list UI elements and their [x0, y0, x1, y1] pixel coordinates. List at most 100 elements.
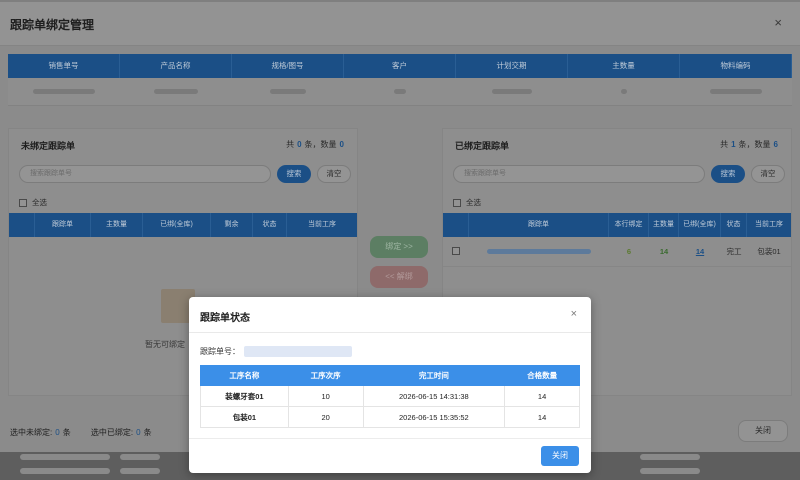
column-header: 计划交期 — [456, 54, 568, 78]
selected-bound-unit: 条 — [143, 428, 152, 437]
column-header: 物料编码 — [680, 54, 792, 78]
table-row[interactable]: 6 14 14 完工 包装01 — [443, 237, 791, 267]
column-header: 已绑(全库) — [143, 213, 211, 237]
table-row: 包装01 20 2026-06-15 15:35:52 14 — [200, 406, 580, 428]
checkbox[interactable] — [19, 198, 27, 207]
clear-button[interactable]: 清空 — [317, 165, 351, 183]
process-status-table: 工序名称 工序次序 完工时间 合格数量 装螺牙套01 10 2026-06-15… — [200, 365, 580, 428]
bound-all-link[interactable]: 14 — [679, 247, 721, 256]
tracking-no-cell[interactable] — [469, 247, 609, 256]
column-header: 当前工序 — [308, 221, 336, 228]
blurred-row-text — [120, 468, 160, 474]
search-input[interactable]: 搜索跟踪单号 — [19, 165, 271, 183]
checkbox[interactable] — [452, 246, 460, 255]
checkbox-column — [443, 213, 469, 237]
unbound-grid: 跟踪单 主数量 已绑(全库) 剩余 状态 当前工序 — [9, 213, 357, 237]
grid-header: 跟踪单 主数量 已绑(全库) 剩余 状态 当前工序 — [9, 213, 357, 237]
count-qty: 6 — [773, 140, 778, 149]
panel-count: 共 0 条，数量 0 — [286, 139, 347, 150]
checkbox[interactable] — [453, 198, 461, 207]
count-mid: 条，数量 — [304, 140, 337, 149]
blurred-row-text — [640, 468, 700, 474]
select-all-label: 全选 — [32, 198, 47, 207]
blurred-row-text — [640, 454, 700, 460]
order-info-table: 销售单号 产品名称 规格/图号 客户 计划交期 主数量 物料编码 — [8, 54, 792, 108]
column-header: 销售单号 — [8, 54, 120, 78]
tracking-number-field: 跟踪单号： — [200, 346, 352, 357]
column-header: 工序次序 — [287, 365, 364, 386]
search-input[interactable]: 搜索跟踪单号 — [453, 165, 705, 183]
blurred-cell — [456, 78, 568, 105]
order-info-header: 销售单号 产品名称 规格/图号 客户 计划交期 主数量 物料编码 — [8, 54, 792, 78]
blurred-cell — [120, 78, 232, 105]
qualified-qty-cell: 14 — [504, 406, 580, 428]
modal-title: 跟踪单状态 — [200, 313, 250, 324]
search-button[interactable]: 搜索 — [277, 165, 311, 183]
column-header: 产品名称 — [120, 54, 232, 78]
column-header: 客户 — [344, 54, 456, 78]
blurred-cell — [344, 78, 456, 105]
column-header: 已绑(全库) — [679, 213, 721, 237]
column-header: 当前工序 — [755, 221, 783, 228]
count-qty: 0 — [339, 140, 344, 149]
column-header: 剩余 — [211, 213, 253, 237]
empty-text: 暂无可绑定 — [145, 340, 185, 349]
modal-header: 跟踪单状态 × — [189, 297, 591, 333]
column-header: 状态 — [721, 213, 747, 237]
count-total: 0 — [297, 140, 302, 149]
process-name-cell: 装螺牙套01 — [200, 385, 289, 407]
modal-close-button[interactable]: 关闭 — [541, 446, 579, 466]
qualified-qty-cell: 14 — [504, 385, 580, 407]
column-header: 规格/图号 — [232, 54, 344, 78]
search-button[interactable]: 搜索 — [711, 165, 745, 183]
row-checkbox-cell[interactable] — [443, 246, 469, 257]
count-mid: 条，数量 — [738, 140, 771, 149]
clear-button[interactable]: 清空 — [751, 165, 785, 183]
column-header: 合格数量 — [504, 365, 580, 386]
column-header: 主数量 — [91, 213, 143, 237]
selection-summary: 选中未绑定: 0 条 选中已绑定: 0 条 — [10, 427, 152, 438]
finish-time-cell: 2026-06-15 14:31:38 — [362, 385, 506, 407]
panel-count: 共 1 条，数量 6 — [720, 139, 781, 150]
dialog-title: 跟踪单绑定管理 — [10, 18, 95, 32]
blurred-cell — [232, 78, 344, 105]
select-all[interactable]: 全选 — [19, 197, 47, 208]
close-button[interactable]: 关闭 — [738, 420, 788, 442]
bind-button[interactable]: 绑定 >> — [370, 236, 428, 258]
selected-bound-label: 选中已绑定: — [90, 428, 134, 437]
column-header: 完工时间 — [362, 365, 506, 386]
blurred-cell — [568, 78, 680, 105]
process-seq-cell: 20 — [287, 406, 364, 428]
process-name-cell: 包装01 — [200, 406, 289, 428]
table-row: 装螺牙套01 10 2026-06-15 14:31:38 14 — [200, 385, 580, 407]
process-cell: 包装01 — [757, 247, 781, 256]
column-header: 主数量 — [568, 54, 680, 78]
checkbox-column — [9, 213, 35, 237]
column-header: 工序名称 — [200, 365, 289, 386]
close-icon[interactable]: × — [571, 308, 577, 320]
unbind-button[interactable]: << 解绑 — [370, 266, 428, 288]
finish-time-cell: 2026-06-15 15:35:52 — [362, 406, 506, 428]
selected-bound-count: 0 — [136, 428, 141, 437]
blurred-row-text — [120, 454, 160, 460]
modal-divider — [189, 438, 591, 439]
selected-unbound-label: 选中未绑定: — [10, 428, 53, 437]
selected-unbound-unit: 条 — [62, 428, 71, 437]
column-header: 跟踪单 — [35, 213, 91, 237]
select-all[interactable]: 全选 — [453, 197, 481, 208]
panel-title: 未绑定跟踪单 — [21, 141, 76, 151]
column-header: 跟踪单 — [469, 213, 609, 237]
grid-header: 跟踪单 本行绑定 主数量 已绑(全库) 状态 当前工序 — [443, 213, 791, 237]
close-icon[interactable]: × — [774, 15, 782, 30]
select-all-label: 全选 — [466, 198, 481, 207]
blurred-row-text — [20, 454, 110, 460]
status-cell: 完工 — [726, 247, 742, 256]
count-total: 1 — [731, 140, 736, 149]
count-prefix: 共 — [720, 140, 729, 149]
row-bind-cell: 6 — [626, 247, 632, 256]
column-header: 状态 — [253, 213, 287, 237]
tracking-number-value — [244, 346, 352, 357]
process-seq-cell: 10 — [287, 385, 364, 407]
column-header: 主数量 — [649, 213, 679, 237]
selected-unbound-count: 0 — [55, 428, 60, 437]
